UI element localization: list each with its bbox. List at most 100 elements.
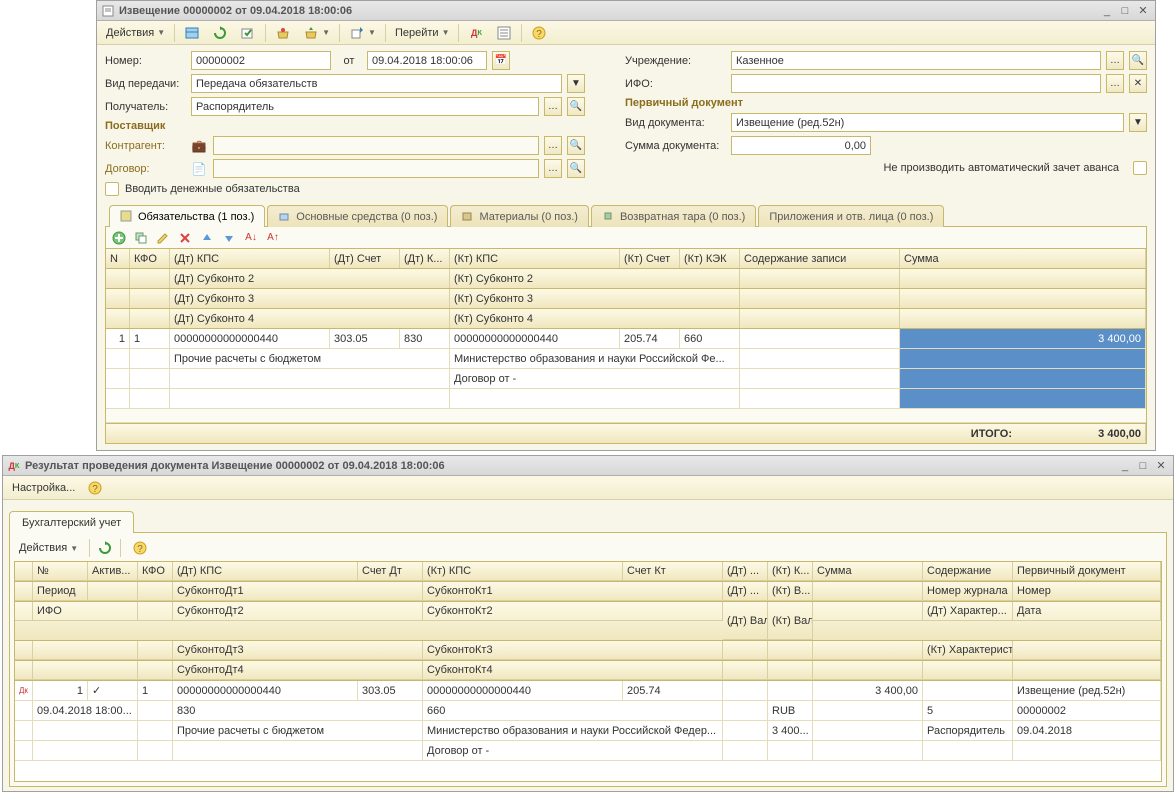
ifo-ellipsis[interactable]: … — [1106, 74, 1124, 93]
move-up-button[interactable] — [198, 229, 216, 247]
recipient-ellipsis[interactable]: … — [544, 97, 562, 116]
close-button[interactable]: ✕ — [1135, 4, 1151, 18]
tab-accounting[interactable]: Бухгалтерский учет — [9, 511, 134, 533]
institution-search[interactable]: 🔍 — [1129, 51, 1147, 70]
doc-type-dropdown[interactable]: ▼ — [1129, 113, 1147, 132]
toolbar-btn-4[interactable] — [270, 23, 296, 43]
maximize-button-2[interactable]: □ — [1135, 459, 1151, 473]
settings-button[interactable]: Настройка... — [7, 478, 80, 498]
help-button[interactable]: ? — [526, 23, 552, 43]
titlebar: Извещение 00000002 от 09.04.2018 18:00:0… — [97, 1, 1155, 21]
returnable-icon — [602, 210, 616, 224]
col-sum[interactable]: Сумма — [900, 249, 1146, 268]
actions-menu[interactable]: Действия▼ — [101, 23, 170, 43]
contract-ellipsis[interactable]: … — [544, 159, 562, 178]
help-button-3[interactable]: ? — [127, 538, 153, 558]
col-kfo[interactable]: КФО — [130, 249, 170, 268]
toolbar-btn-6[interactable]: ▼ — [344, 23, 381, 43]
counterparty-ellipsis[interactable]: … — [544, 136, 562, 155]
doc-sum-label: Сумма документа: — [625, 140, 725, 152]
enter-money-checkbox[interactable] — [105, 182, 119, 196]
toolbar-btn-2[interactable] — [207, 23, 233, 43]
table-row[interactable]: Прочие расчеты с бюджетом Министерство о… — [15, 721, 1161, 741]
counterparty-input[interactable] — [213, 136, 539, 155]
contract-input[interactable] — [213, 159, 539, 178]
actions-menu-2[interactable]: Действия▼ — [14, 538, 83, 558]
col-ktkps[interactable]: (Кт) КПС — [450, 249, 620, 268]
toolbar-btn-5[interactable]: ▼ — [298, 23, 335, 43]
approve-icon — [240, 25, 256, 41]
table-row[interactable]: 09.04.2018 18:00... 830 660 RUB 5 000000… — [15, 701, 1161, 721]
window-title: Извещение 00000002 от 09.04.2018 18:00:0… — [119, 5, 1099, 17]
table-row[interactable]: Прочие расчеты с бюджетом Министерство о… — [106, 349, 1146, 369]
toolbar-btn-3[interactable] — [235, 23, 261, 43]
svg-text:?: ? — [137, 544, 143, 555]
minimize-button[interactable]: _ — [1099, 4, 1115, 18]
tab-returnable[interactable]: Возвратная тара (0 поз.) — [591, 205, 756, 227]
table-row[interactable]: Дк 1 ✓ 1 00000000000000440 303.05 000000… — [15, 681, 1161, 701]
date-input[interactable]: 09.04.2018 18:00:06 — [367, 51, 487, 70]
sub-dt2: (Дт) Субконто 2 — [170, 269, 450, 288]
help-icon: ? — [531, 25, 547, 41]
dtkt-icon: Дк — [19, 686, 28, 695]
sub-kt2: (Кт) Субконто 2 — [450, 269, 740, 288]
col-ktkek[interactable]: (Кт) КЭК — [680, 249, 740, 268]
sort-asc-button[interactable]: A↓ — [242, 229, 260, 247]
list-icon — [496, 25, 512, 41]
primary-doc-title: Первичный документ — [625, 97, 1147, 109]
help-button-2[interactable]: ? — [82, 478, 108, 498]
goto-menu[interactable]: Перейти▼ — [390, 23, 455, 43]
counterparty-search[interactable]: 🔍 — [567, 136, 585, 155]
counterparty-icon: 💼 — [191, 138, 207, 154]
move-down-button[interactable] — [220, 229, 238, 247]
ifo-input[interactable] — [731, 74, 1101, 93]
doc-sum-input[interactable]: 0,00 — [731, 136, 871, 155]
tab-obligations[interactable]: Обязательства (1 поз.) — [109, 205, 265, 227]
tab-attachments[interactable]: Приложения и отв. лица (0 поз.) — [758, 205, 944, 227]
tab-fixed-assets[interactable]: Основные средства (0 поз.) — [267, 205, 448, 227]
col-dtkps[interactable]: (Дт) КПС — [170, 249, 330, 268]
col-dtacct[interactable]: (Дт) Счет — [330, 249, 400, 268]
table-row[interactable] — [106, 389, 1146, 409]
contract-search[interactable]: 🔍 — [567, 159, 585, 178]
toolbar-btn-1[interactable] — [179, 23, 205, 43]
recipient-search[interactable]: 🔍 — [567, 97, 585, 116]
delete-row-button[interactable] — [176, 229, 194, 247]
sort-desc-button[interactable]: A↑ — [264, 229, 282, 247]
ifo-label: ИФО: — [625, 78, 725, 90]
recipient-label: Получатель: — [105, 101, 185, 113]
col-dtk[interactable]: (Дт) К... — [400, 249, 450, 268]
toolbar-btn-7[interactable] — [491, 23, 517, 43]
ifo-clear[interactable]: ✕ — [1129, 74, 1147, 93]
toolbar-btn-dk[interactable]: ДК — [463, 23, 489, 43]
contract-icon: 📄 — [191, 161, 207, 177]
table-row[interactable]: Договор от - — [106, 369, 1146, 389]
transfer-type-select[interactable]: Передача обязательств — [191, 74, 562, 93]
edit-row-button[interactable] — [154, 229, 172, 247]
refresh-button-2[interactable] — [96, 539, 114, 557]
no-auto-offset-checkbox[interactable] — [1133, 161, 1147, 175]
number-input[interactable]: 00000002 — [191, 51, 331, 70]
col-content[interactable]: Содержание записи — [740, 249, 900, 268]
col-ktacct[interactable]: (Кт) Счет — [620, 249, 680, 268]
col-n[interactable]: N — [106, 249, 130, 268]
maximize-button[interactable]: □ — [1117, 4, 1133, 18]
recipient-input[interactable]: Распорядитель — [191, 97, 539, 116]
no-auto-offset-label: Не производить автоматический зачет аван… — [883, 162, 1119, 174]
copy-row-button[interactable] — [132, 229, 150, 247]
materials-icon — [461, 210, 475, 224]
minimize-button-2[interactable]: _ — [1117, 459, 1133, 473]
table-row[interactable]: Договор от - — [15, 741, 1161, 761]
tab-materials[interactable]: Материалы (0 поз.) — [450, 205, 589, 227]
table-row[interactable]: 1 1 00000000000000440 303.05 830 0000000… — [106, 329, 1146, 349]
doc-type-select[interactable]: Извещение (ред.52н) — [731, 113, 1124, 132]
dtkt-icon: ДК — [7, 459, 21, 473]
transfer-type-dropdown[interactable]: ▼ — [567, 74, 585, 93]
refresh-icon — [212, 25, 228, 41]
close-button-2[interactable]: ✕ — [1153, 459, 1169, 473]
add-row-button[interactable] — [110, 229, 128, 247]
institution-ellipsis[interactable]: … — [1106, 51, 1124, 70]
institution-input[interactable]: Казенное — [731, 51, 1101, 70]
calendar-button[interactable]: 📅 — [492, 51, 510, 70]
enter-money-label: Вводить денежные обязательства — [125, 183, 300, 195]
